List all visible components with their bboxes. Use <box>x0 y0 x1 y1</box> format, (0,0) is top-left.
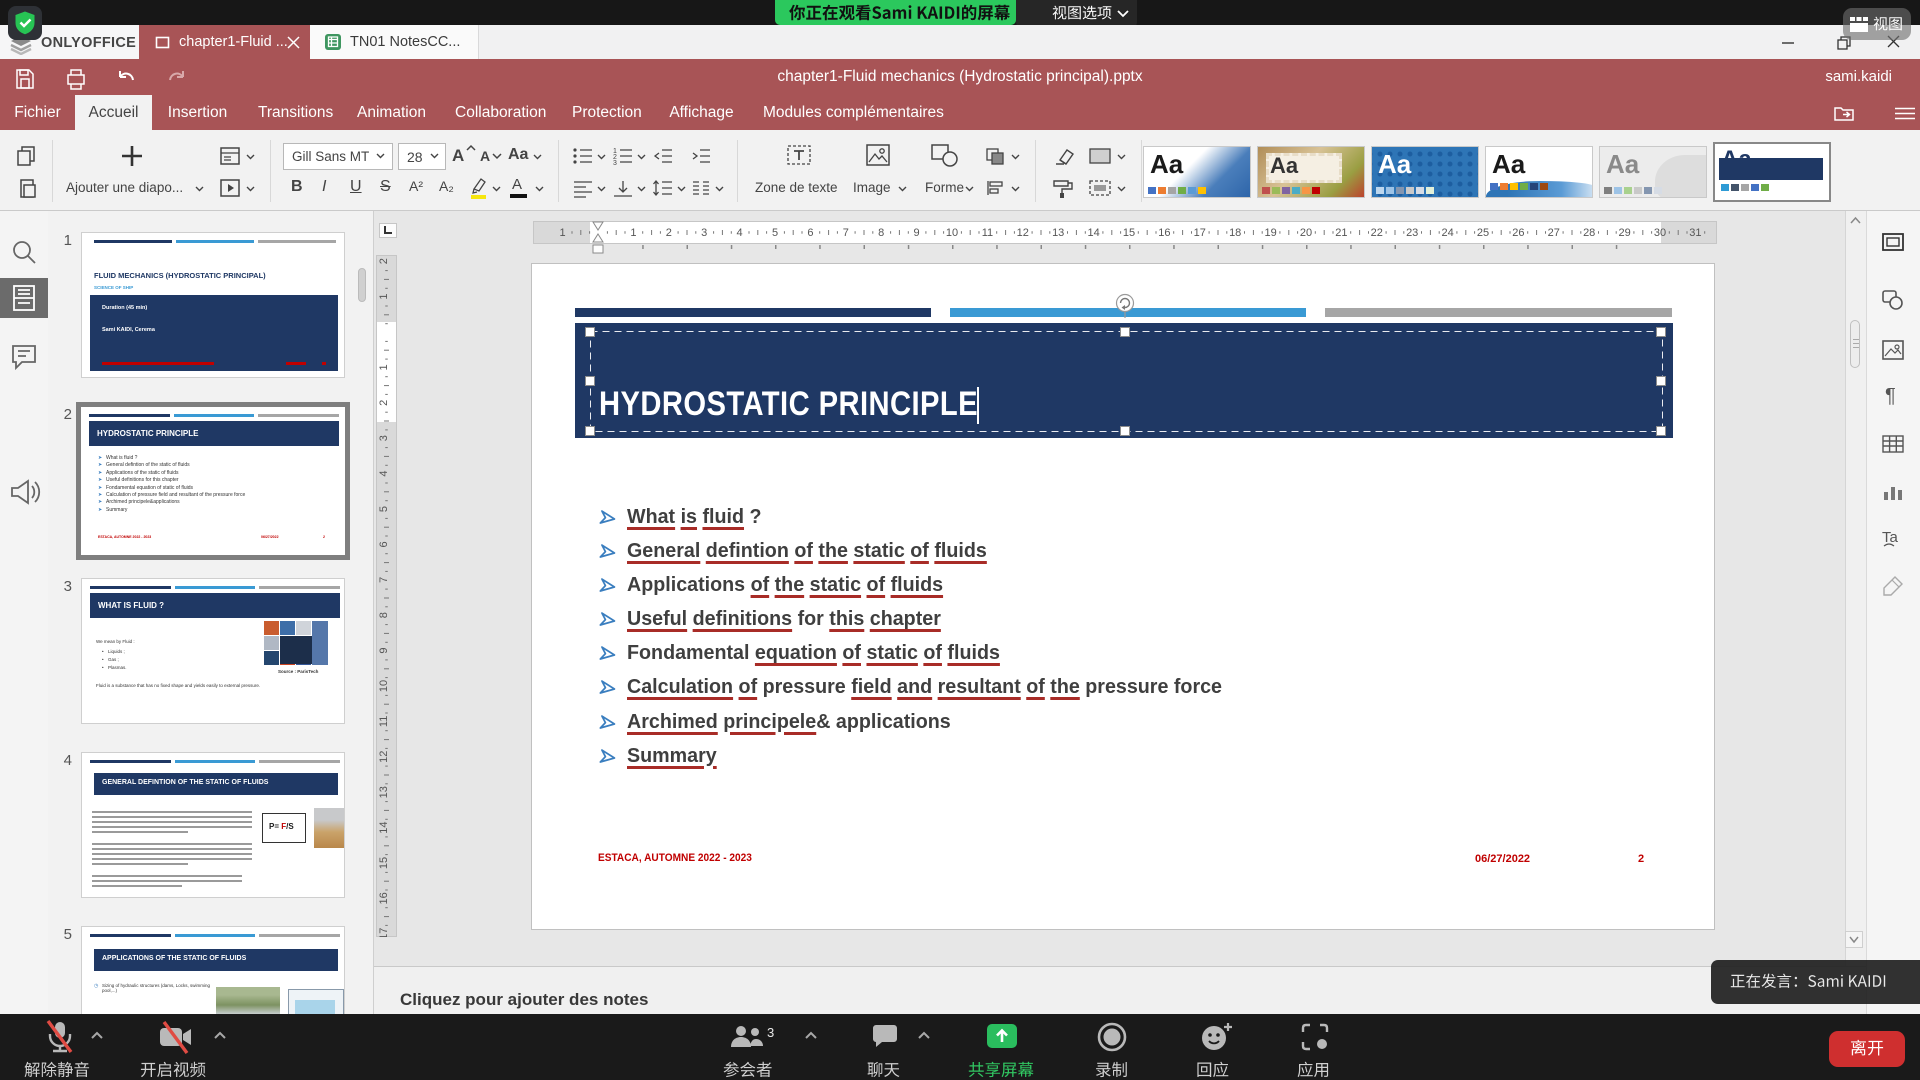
svg-text:17: 17 <box>378 928 390 937</box>
svg-text:7: 7 <box>378 577 390 583</box>
svg-text:30: 30 <box>1654 227 1666 239</box>
svg-text:11: 11 <box>378 716 390 727</box>
svg-text:12: 12 <box>1017 227 1029 239</box>
svg-text:28: 28 <box>1583 227 1595 239</box>
svg-text:10: 10 <box>946 227 958 239</box>
svg-text:9: 9 <box>914 227 920 239</box>
svg-text:17: 17 <box>1194 227 1206 239</box>
svg-text:21: 21 <box>1335 227 1347 239</box>
svg-text:14: 14 <box>378 821 390 833</box>
svg-text:Ta: Ta <box>1882 529 1899 546</box>
svg-text:1: 1 <box>378 294 390 300</box>
svg-text:10: 10 <box>378 680 390 692</box>
svg-text:24: 24 <box>1441 227 1453 239</box>
svg-text:7: 7 <box>843 227 849 239</box>
svg-text:29: 29 <box>1618 227 1630 239</box>
svg-text:20: 20 <box>1300 227 1312 239</box>
svg-text:26: 26 <box>1512 227 1524 239</box>
svg-text:16: 16 <box>378 892 390 904</box>
svg-text:8: 8 <box>378 612 390 618</box>
svg-text:13: 13 <box>378 786 390 798</box>
svg-text:15: 15 <box>1123 227 1135 239</box>
svg-text:14: 14 <box>1087 227 1099 239</box>
svg-text:19: 19 <box>1264 227 1276 239</box>
svg-text:5: 5 <box>378 506 390 512</box>
svg-text:5: 5 <box>772 227 778 239</box>
svg-text:23: 23 <box>1406 227 1418 239</box>
svg-text:3: 3 <box>701 227 707 239</box>
svg-text:3: 3 <box>378 435 390 441</box>
svg-text:9: 9 <box>378 648 390 654</box>
svg-text:11: 11 <box>982 227 993 239</box>
svg-text:2: 2 <box>378 400 390 406</box>
svg-text:6: 6 <box>378 541 390 547</box>
svg-text:6: 6 <box>807 227 813 239</box>
svg-text:12: 12 <box>378 751 390 763</box>
svg-text:3: 3 <box>613 160 617 166</box>
svg-text:8: 8 <box>878 227 884 239</box>
svg-text:25: 25 <box>1477 227 1489 239</box>
svg-text:27: 27 <box>1548 227 1560 239</box>
svg-text:31: 31 <box>1689 227 1701 239</box>
svg-text:1: 1 <box>630 227 636 239</box>
svg-text:3: 3 <box>767 1025 774 1040</box>
svg-text:13: 13 <box>1052 227 1064 239</box>
svg-text:15: 15 <box>378 857 390 869</box>
svg-text:¶: ¶ <box>1885 385 1896 407</box>
svg-text:4: 4 <box>378 471 390 477</box>
svg-text:2: 2 <box>666 227 672 239</box>
svg-text:22: 22 <box>1371 227 1383 239</box>
svg-text:16: 16 <box>1158 227 1170 239</box>
svg-text:1: 1 <box>378 364 390 370</box>
svg-text:1: 1 <box>560 227 566 239</box>
svg-text:2: 2 <box>378 258 390 264</box>
svg-text:18: 18 <box>1229 227 1241 239</box>
svg-text:4: 4 <box>737 227 743 239</box>
